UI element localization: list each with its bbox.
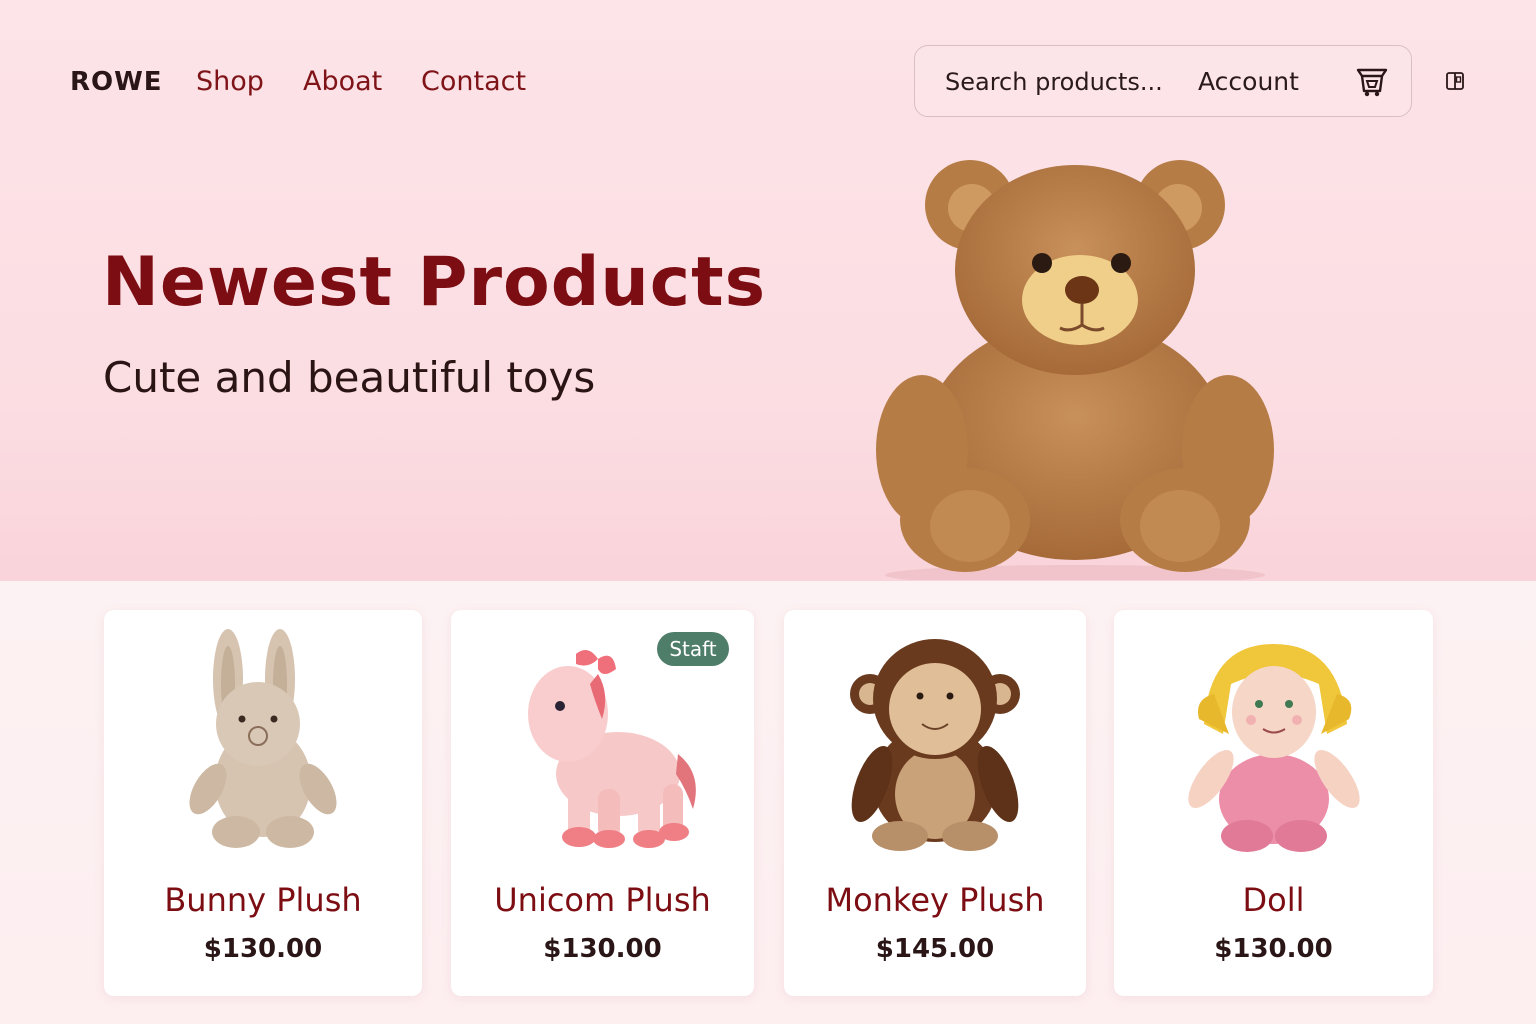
product-card-monkey[interactable]: Monkey Plush $145.00 bbox=[784, 610, 1086, 996]
bunny-plush-image bbox=[189, 629, 337, 848]
doll-image bbox=[1187, 644, 1360, 852]
product-name[interactable]: Unicom Plush bbox=[451, 878, 754, 922]
menu-icon[interactable] bbox=[1444, 70, 1466, 92]
nav-contact[interactable]: Contact bbox=[421, 62, 526, 102]
search-input[interactable] bbox=[945, 62, 1175, 102]
product-name[interactable]: Bunny Plush bbox=[104, 878, 422, 922]
hero-title: Newest Products bbox=[102, 243, 767, 322]
monkey-plush-image bbox=[850, 639, 1020, 851]
brand-logo[interactable]: ROWE bbox=[70, 64, 163, 100]
product-price: $145.00 bbox=[875, 934, 995, 964]
product-price: $130.00 bbox=[543, 934, 662, 964]
product-card-bunny[interactable]: Bunny Plush $130.00 bbox=[104, 610, 422, 996]
account-link[interactable]: Account bbox=[1198, 62, 1299, 102]
product-name[interactable]: Doll bbox=[1114, 878, 1433, 922]
product-name[interactable]: Monkey Plush bbox=[784, 878, 1086, 922]
nav-shop[interactable]: Shop bbox=[196, 62, 264, 102]
teddy-bear-image bbox=[876, 160, 1274, 580]
product-price: $130.00 bbox=[1214, 934, 1333, 964]
product-card-unicorn[interactable]: Staft Unicom Plush $130.00 bbox=[451, 610, 754, 996]
product-card-doll[interactable]: Doll $130.00 bbox=[1114, 610, 1433, 996]
header-toolbar: Account bbox=[914, 45, 1412, 117]
nav-about[interactable]: Aboat bbox=[303, 62, 382, 102]
product-price: $130.00 bbox=[203, 934, 323, 964]
product-badge: Staft bbox=[657, 632, 729, 666]
hero-subtitle: Cute and beautiful toys bbox=[103, 353, 596, 402]
cart-icon[interactable] bbox=[1355, 65, 1389, 99]
